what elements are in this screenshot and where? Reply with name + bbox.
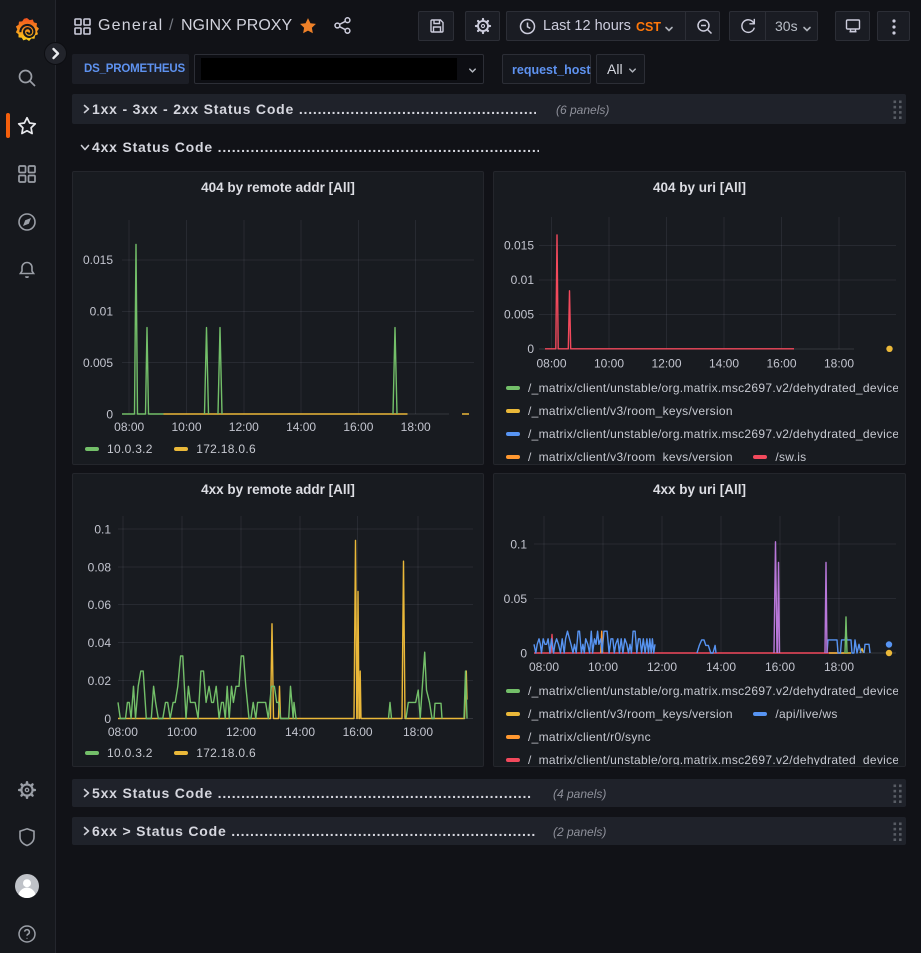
- svg-text:18:00: 18:00: [824, 660, 854, 674]
- svg-text:0.005: 0.005: [504, 308, 534, 322]
- svg-text:08:00: 08:00: [536, 357, 566, 371]
- svg-text:08:00: 08:00: [108, 725, 138, 739]
- svg-text:18:00: 18:00: [403, 725, 433, 739]
- svg-text:0.015: 0.015: [83, 253, 113, 267]
- svg-text:18:00: 18:00: [401, 420, 431, 434]
- svg-text:12:00: 12:00: [226, 725, 256, 739]
- svg-text:12:00: 12:00: [647, 660, 677, 674]
- svg-text:0.05: 0.05: [504, 592, 528, 606]
- svg-text:0.02: 0.02: [88, 674, 112, 688]
- svg-text:14:00: 14:00: [709, 357, 739, 371]
- svg-text:08:00: 08:00: [114, 420, 144, 434]
- svg-text:0: 0: [104, 712, 111, 726]
- svg-text:0: 0: [527, 342, 534, 356]
- svg-text:08:00: 08:00: [529, 660, 559, 674]
- svg-text:16:00: 16:00: [343, 420, 373, 434]
- svg-text:10:00: 10:00: [167, 725, 197, 739]
- svg-text:14:00: 14:00: [285, 725, 315, 739]
- svg-text:10:00: 10:00: [171, 420, 201, 434]
- svg-text:0: 0: [520, 646, 527, 660]
- svg-text:16:00: 16:00: [343, 725, 373, 739]
- svg-text:0.06: 0.06: [88, 598, 112, 612]
- svg-text:12:00: 12:00: [651, 357, 681, 371]
- svg-text:18:00: 18:00: [824, 357, 854, 371]
- svg-text:0: 0: [106, 407, 113, 421]
- svg-text:12:00: 12:00: [229, 420, 259, 434]
- svg-text:16:00: 16:00: [766, 357, 796, 371]
- svg-text:0.01: 0.01: [511, 273, 535, 287]
- svg-text:16:00: 16:00: [765, 660, 795, 674]
- svg-text:0.1: 0.1: [94, 522, 111, 536]
- svg-text:0.005: 0.005: [83, 356, 113, 370]
- svg-text:10:00: 10:00: [594, 357, 624, 371]
- svg-text:0.04: 0.04: [88, 636, 112, 650]
- svg-text:10:00: 10:00: [588, 660, 618, 674]
- svg-text:14:00: 14:00: [286, 420, 316, 434]
- svg-text:0.01: 0.01: [90, 305, 114, 319]
- svg-text:0.015: 0.015: [504, 239, 534, 253]
- svg-text:0.1: 0.1: [510, 537, 527, 551]
- svg-text:14:00: 14:00: [706, 660, 736, 674]
- svg-text:0.08: 0.08: [88, 560, 112, 574]
